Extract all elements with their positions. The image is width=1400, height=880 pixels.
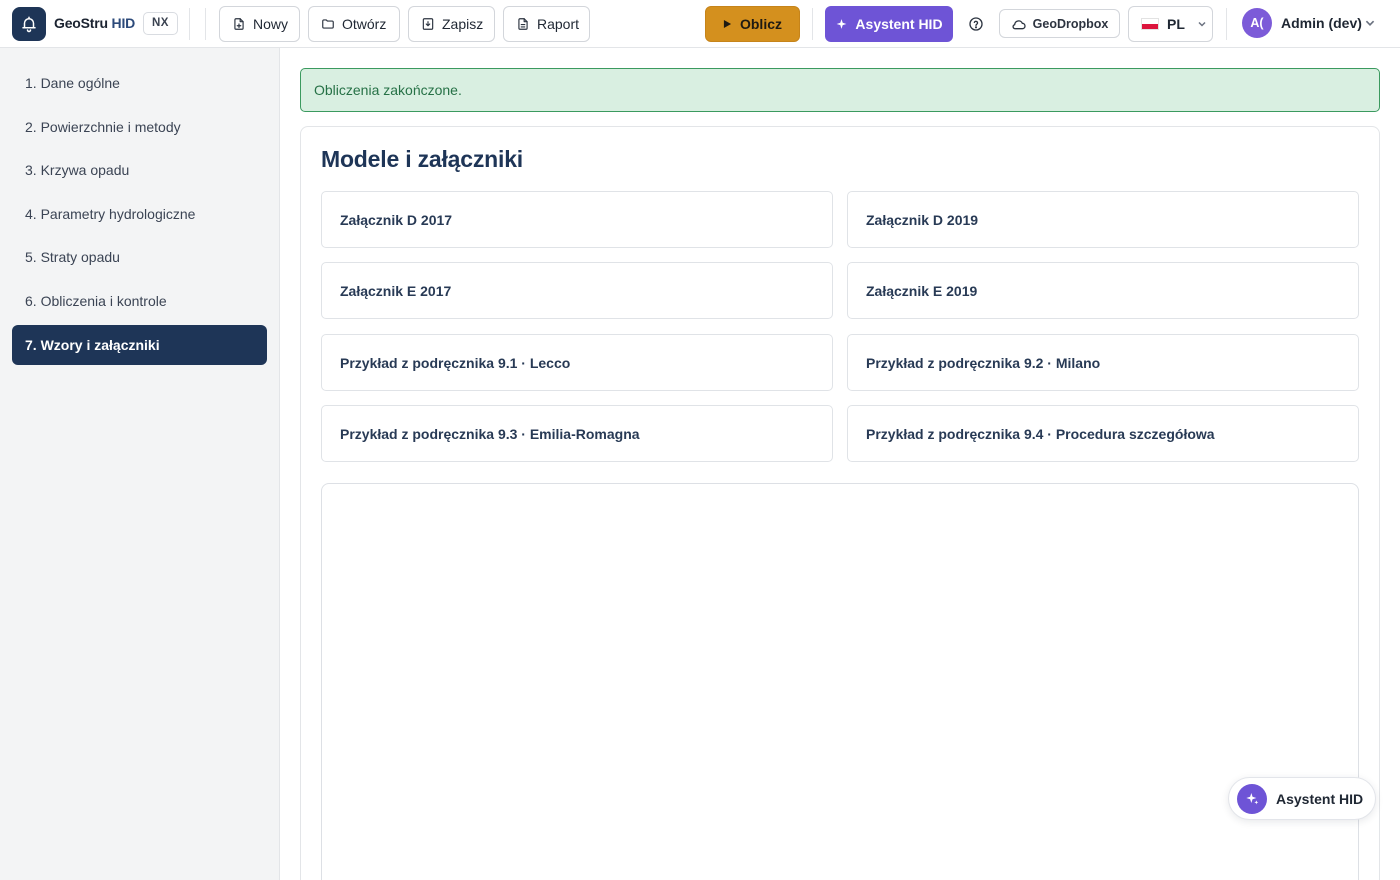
sidebar-item-surfaces-methods[interactable]: 2. Powierzchnie i metody — [12, 107, 267, 147]
model-card[interactable]: Przykład z podręcznika 9.2 · Milano — [847, 334, 1359, 391]
model-card[interactable]: Załącznik E 2017 — [321, 262, 833, 319]
geodropbox-button[interactable]: GeoDropbox — [999, 9, 1120, 38]
app-logo[interactable] — [12, 7, 46, 41]
new-button[interactable]: Nowy — [219, 6, 300, 42]
preview-area — [321, 483, 1359, 880]
model-card[interactable]: Załącznik D 2017 — [321, 191, 833, 248]
brand-product: HID — [111, 15, 136, 31]
open-button[interactable]: Otwórz — [308, 6, 400, 42]
alert-text: Obliczenia zakończone. — [314, 82, 462, 98]
cloud-icon — [1012, 19, 1026, 29]
play-icon — [723, 19, 732, 29]
sidebar-item-general-data[interactable]: 1. Dane ogólne — [12, 63, 267, 103]
save-button[interactable]: Zapisz — [408, 6, 495, 42]
help-circle-icon[interactable] — [968, 16, 984, 32]
flag-poland-icon — [1141, 18, 1159, 30]
sidebar-item-rainfall-losses[interactable]: 5. Straty opadu — [12, 237, 267, 277]
edition-badge: NX — [143, 12, 178, 35]
report-button-label: Raport — [537, 16, 580, 32]
chevron-down-icon[interactable] — [1364, 17, 1376, 29]
sidebar-item-templates-attachments[interactable]: 7. Wzory i załączniki — [12, 325, 267, 365]
bell-outline-icon — [22, 16, 36, 33]
model-card[interactable]: Przykład z podręcznika 9.4 · Procedura s… — [847, 405, 1359, 462]
calculate-button[interactable]: Oblicz — [705, 6, 800, 42]
success-alert: Obliczenia zakończone. — [300, 68, 1380, 112]
divider — [1226, 8, 1227, 40]
brand-name: GeoStru HID — [54, 15, 135, 31]
geodropbox-label: GeoDropbox — [1032, 16, 1109, 31]
user-name[interactable]: Admin (dev) — [1281, 15, 1362, 31]
file-icon — [234, 18, 244, 30]
divider — [205, 8, 206, 40]
model-card[interactable]: Przykład z podręcznika 9.3 · Emilia-Roma… — [321, 405, 833, 462]
chevron-down-icon — [1198, 21, 1206, 27]
top-bar: GeoStru HID NX Nowy Otwórz Zapisz Raport… — [0, 0, 1400, 48]
model-card[interactable]: Przykład z podręcznika 9.1 · Lecco — [321, 334, 833, 391]
calculate-button-label: Oblicz — [739, 16, 782, 32]
report-button[interactable]: Raport — [503, 6, 590, 42]
sparkles-icon — [1237, 783, 1267, 814]
floating-assistant-label: Asystent HID — [1276, 790, 1364, 807]
model-card[interactable]: Załącznik E 2019 — [847, 262, 1359, 319]
sidebar-item-hydrological-parameters[interactable]: 4. Parametry hydrologiczne — [12, 194, 267, 234]
language-select[interactable]: PL — [1128, 6, 1213, 42]
model-card[interactable]: Załącznik D 2019 — [847, 191, 1359, 248]
divider — [189, 8, 190, 40]
assistant-button-label: Asystent HID — [855, 16, 943, 32]
new-button-label: Nowy — [253, 16, 289, 32]
open-button-label: Otwórz — [342, 16, 387, 32]
brand-name-text: GeoStru — [54, 15, 108, 31]
language-label: PL — [1167, 16, 1185, 32]
folder-icon — [322, 19, 334, 29]
save-button-label: Zapisz — [442, 16, 484, 32]
floating-assistant-button[interactable]: Asystent HID — [1228, 777, 1376, 820]
page-title: Modele i załączniki — [321, 146, 523, 172]
sidebar-item-rainfall-curve[interactable]: 3. Krzywa opadu — [12, 150, 267, 190]
sparkles-icon — [837, 18, 847, 29]
assistant-button[interactable]: Asystent HID — [825, 6, 953, 42]
save-icon — [422, 18, 434, 30]
sidebar-item-calculations-checks[interactable]: 6. Obliczenia i kontrole — [12, 281, 267, 321]
divider — [812, 8, 813, 40]
sidebar: 1. Dane ogólne 2. Powierzchnie i metody … — [0, 48, 280, 880]
report-icon — [518, 18, 528, 30]
avatar[interactable]: A( — [1242, 8, 1272, 38]
